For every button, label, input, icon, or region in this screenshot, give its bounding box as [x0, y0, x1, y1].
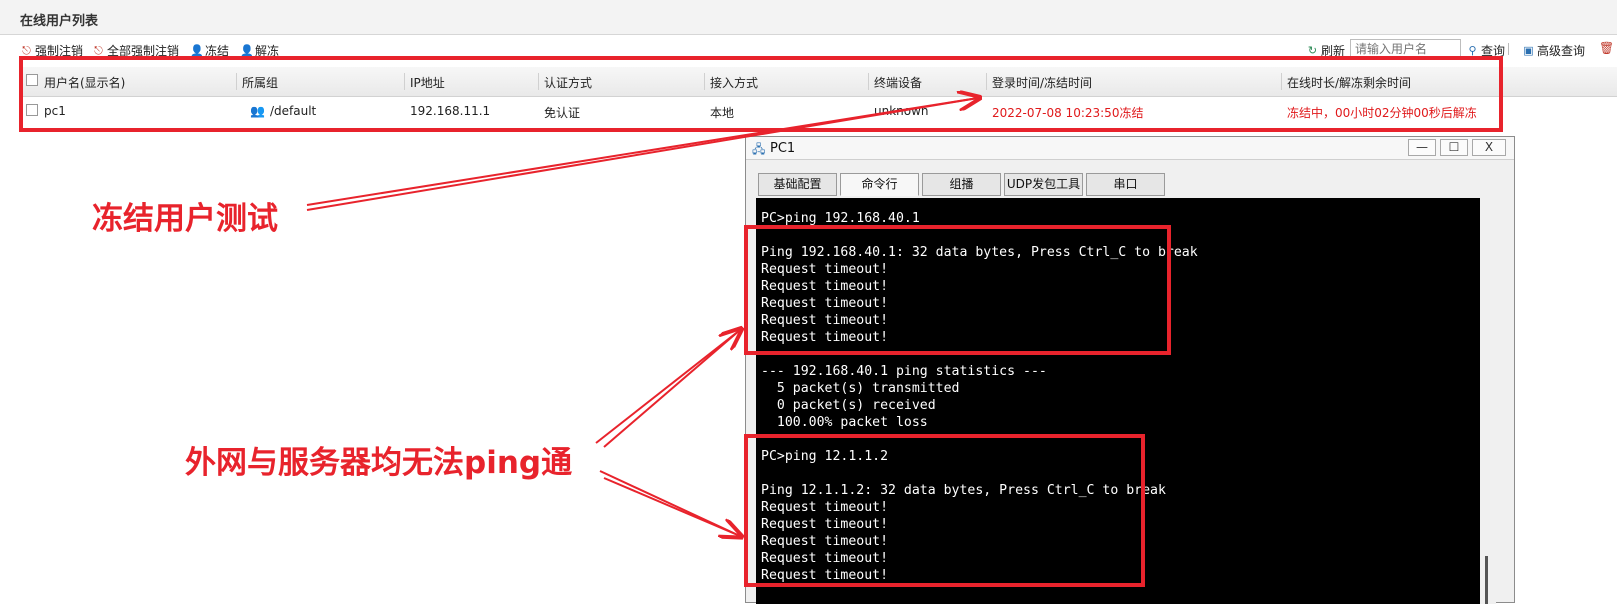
arrow-to-ping1 — [595, 330, 740, 448]
annotation-arrows — [306, 0, 1617, 603]
arrow-to-frozen-row — [306, 98, 978, 211]
arrow-to-ping2 — [599, 470, 740, 536]
